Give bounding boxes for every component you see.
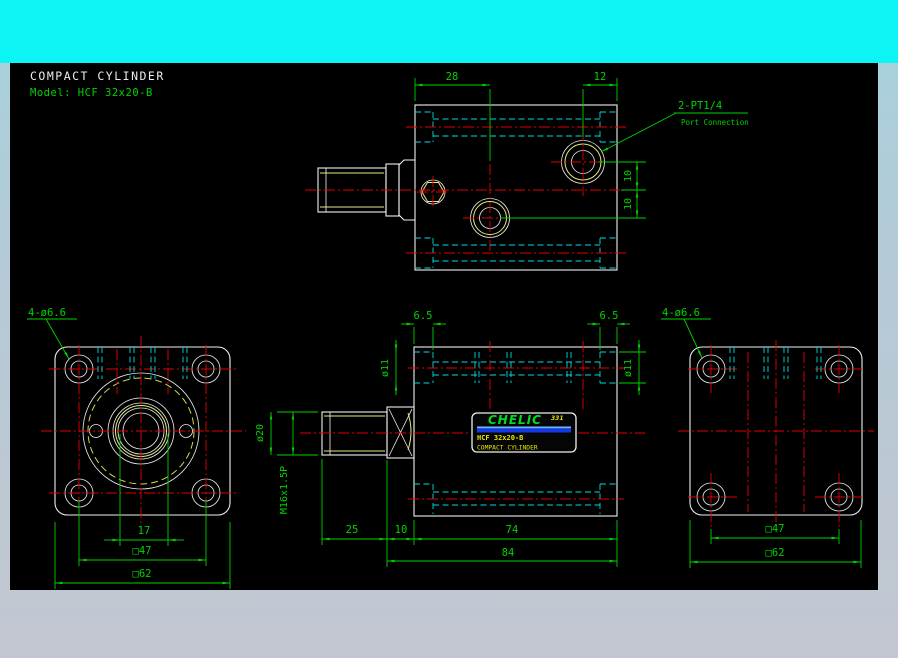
dim-thread-label: M16x1.5P (279, 466, 290, 514)
desktop-background: COMPACT CYLINDER Model: HCF 32x20-B 28 1… (0, 0, 898, 658)
back-centerlines (678, 340, 874, 527)
view-front: 4-ø6.6 17 □47 □62 (27, 307, 246, 589)
nameplate-model: HCF 32x20-B (477, 434, 523, 442)
view-back: 4-ø6.6 □47 □62 (661, 307, 874, 568)
cad-drawing-canvas[interactable]: COMPACT CYLINDER Model: HCF 32x20-B 28 1… (10, 63, 878, 590)
dim-65-right-label: 6.5 (600, 310, 619, 322)
dim-62-label-front: □62 (133, 568, 152, 580)
front-centerlines (41, 336, 246, 526)
top-hidden-holes-upper (406, 111, 626, 143)
top-port-hole-2 (463, 164, 518, 252)
dim-47-label-front: □47 (133, 545, 152, 557)
dim-65-left-label: 6.5 (414, 310, 433, 322)
front-hidden-lines (97, 347, 188, 379)
back-holes-note: 4-ø6.6 (661, 307, 711, 359)
nameplate-stripe-light (477, 426, 571, 429)
side-hidden-lower (408, 483, 624, 514)
title-block: COMPACT CYLINDER Model: HCF 32x20-B (30, 69, 165, 99)
view-side: CHELIC 331 HCF 32x20-B COMPACT CYLINDER … (255, 310, 646, 567)
top-rod-end-hex (417, 176, 449, 208)
dim-10b-label: 10 (623, 198, 634, 210)
top-hidden-holes-lower (406, 237, 626, 269)
top-cyan-bar (0, 0, 898, 63)
dim-84-label: 84 (502, 547, 515, 559)
dim-62-label-back: □62 (766, 547, 785, 559)
port-connection-note: 2-PT1/4 Port Connection (600, 100, 749, 153)
dim-25-label: 25 (346, 524, 359, 536)
view-top-section: 28 12 10 10 2-PT1/4 Port Connection (305, 71, 749, 271)
front-holes-note: 4-ø6.6 (27, 307, 77, 360)
dim-11-left-label: ø11 (380, 359, 391, 377)
dim-17-label: 17 (138, 525, 151, 537)
drawing-model: Model: HCF 32x20-B (30, 87, 153, 99)
nameplate-product: COMPACT CYLINDER (477, 445, 538, 452)
port-label: 2-PT1/4 (678, 100, 722, 112)
nameplate-logo-mark: 331 (551, 415, 564, 422)
dim-11-right-label: ø11 (623, 359, 634, 377)
dim-20-label: ø20 (255, 424, 266, 442)
side-hidden-upper (408, 341, 624, 412)
side-dimensions: 6.5 6.5 ø11 ø11 ø20 M16x1.5P 25 10 74 84 (255, 310, 646, 567)
back-corner-holes (696, 354, 854, 512)
top-dimensions: 28 12 10 10 (414, 71, 646, 219)
top-port-hole-1 (551, 130, 615, 196)
drawing-title: COMPACT CYLINDER (30, 69, 165, 83)
port-sublabel: Port Connection (681, 118, 749, 127)
dim-47-label-back: □47 (766, 523, 785, 535)
nameplate: CHELIC 331 HCF 32x20-B COMPACT CYLINDER (471, 412, 577, 453)
front-holes-label: 4-ø6.6 (28, 307, 66, 319)
dim-10-label: 10 (395, 524, 408, 536)
nameplate-stripe-blue (477, 428, 571, 433)
dim-10a-label: 10 (623, 170, 634, 182)
dim-12-label: 12 (594, 71, 607, 83)
back-hidden-lines (729, 347, 822, 379)
back-dimensions: □47 □62 (689, 520, 862, 568)
side-piston-rod (321, 406, 415, 459)
dim-28-label: 28 (446, 71, 459, 83)
back-holes-label: 4-ø6.6 (662, 307, 700, 319)
nameplate-brand: CHELIC (488, 413, 542, 427)
dim-74-label: 74 (506, 524, 519, 536)
front-dimensions: 17 □47 □62 (54, 434, 231, 589)
